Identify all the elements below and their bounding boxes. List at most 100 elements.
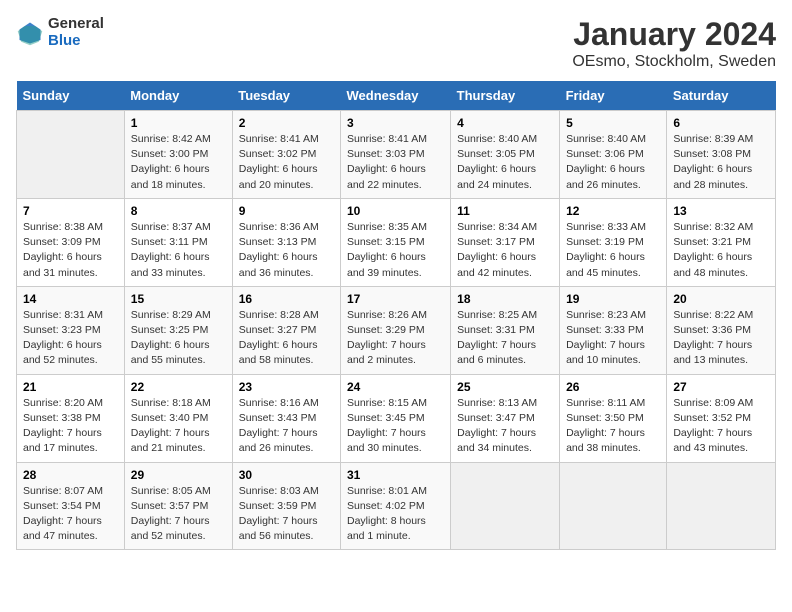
- day-header-sunday: Sunday: [17, 81, 125, 111]
- day-detail: Sunrise: 8:39 AM Sunset: 3:08 PM Dayligh…: [673, 132, 769, 193]
- header: General Blue January 2024 OEsmo, Stockho…: [16, 16, 776, 71]
- day-detail: Sunrise: 8:22 AM Sunset: 3:36 PM Dayligh…: [673, 308, 769, 369]
- calendar-cell: 23 Sunrise: 8:16 AM Sunset: 3:43 PM Dayli…: [232, 374, 340, 462]
- calendar-cell: 22 Sunrise: 8:18 AM Sunset: 3:40 PM Dayli…: [124, 374, 232, 462]
- day-detail: Sunrise: 8:37 AM Sunset: 3:11 PM Dayligh…: [131, 220, 226, 281]
- day-header-saturday: Saturday: [667, 81, 776, 111]
- logo-icon: [16, 19, 44, 47]
- day-number: 5: [566, 116, 660, 130]
- calendar-cell: [560, 462, 667, 550]
- calendar-cell: 7 Sunrise: 8:38 AM Sunset: 3:09 PM Daylig…: [17, 198, 125, 286]
- day-number: 8: [131, 204, 226, 218]
- logo-blue: Blue: [48, 33, 104, 50]
- day-detail: Sunrise: 8:16 AM Sunset: 3:43 PM Dayligh…: [239, 396, 334, 457]
- calendar-cell: 19 Sunrise: 8:23 AM Sunset: 3:33 PM Dayli…: [560, 286, 667, 374]
- day-header-thursday: Thursday: [451, 81, 560, 111]
- day-detail: Sunrise: 8:11 AM Sunset: 3:50 PM Dayligh…: [566, 396, 660, 457]
- day-number: 11: [457, 204, 553, 218]
- week-row-3: 14 Sunrise: 8:31 AM Sunset: 3:23 PM Dayli…: [17, 286, 776, 374]
- day-number: 12: [566, 204, 660, 218]
- day-number: 1: [131, 116, 226, 130]
- calendar-cell: 9 Sunrise: 8:36 AM Sunset: 3:13 PM Daylig…: [232, 198, 340, 286]
- calendar-cell: 29 Sunrise: 8:05 AM Sunset: 3:57 PM Dayli…: [124, 462, 232, 550]
- day-detail: Sunrise: 8:15 AM Sunset: 3:45 PM Dayligh…: [347, 396, 444, 457]
- day-number: 29: [131, 468, 226, 482]
- day-detail: Sunrise: 8:05 AM Sunset: 3:57 PM Dayligh…: [131, 484, 226, 545]
- day-number: 28: [23, 468, 118, 482]
- day-number: 23: [239, 380, 334, 394]
- calendar-cell: 21Sunrise: 8:20 AM Sunset: 3:38 PM Dayli…: [17, 374, 125, 462]
- week-row-4: 21Sunrise: 8:20 AM Sunset: 3:38 PM Dayli…: [17, 374, 776, 462]
- day-detail: Sunrise: 8:01 AM Sunset: 4:02 PM Dayligh…: [347, 484, 444, 545]
- day-number: 16: [239, 292, 334, 306]
- calendar-cell: 20 Sunrise: 8:22 AM Sunset: 3:36 PM Dayli…: [667, 286, 776, 374]
- day-detail: Sunrise: 8:07 AM Sunset: 3:54 PM Dayligh…: [23, 484, 118, 545]
- calendar-cell: [451, 462, 560, 550]
- calendar-table: SundayMondayTuesdayWednesdayThursdayFrid…: [16, 81, 776, 550]
- day-number: 30: [239, 468, 334, 482]
- day-number: 18: [457, 292, 553, 306]
- logo-text: General Blue: [48, 16, 104, 49]
- calendar-cell: 11Sunrise: 8:34 AM Sunset: 3:17 PM Dayli…: [451, 198, 560, 286]
- logo: General Blue: [16, 16, 104, 49]
- day-detail: Sunrise: 8:40 AM Sunset: 3:06 PM Dayligh…: [566, 132, 660, 193]
- day-number: 7: [23, 204, 118, 218]
- day-detail: Sunrise: 8:32 AM Sunset: 3:21 PM Dayligh…: [673, 220, 769, 281]
- day-detail: Sunrise: 8:09 AM Sunset: 3:52 PM Dayligh…: [673, 396, 769, 457]
- day-detail: Sunrise: 8:38 AM Sunset: 3:09 PM Dayligh…: [23, 220, 118, 281]
- day-number: 9: [239, 204, 334, 218]
- week-row-1: 1Sunrise: 8:42 AM Sunset: 3:00 PM Daylig…: [17, 111, 776, 199]
- calendar-cell: 31 Sunrise: 8:01 AM Sunset: 4:02 PM Dayli…: [340, 462, 450, 550]
- day-header-wednesday: Wednesday: [340, 81, 450, 111]
- calendar-cell: 4Sunrise: 8:40 AM Sunset: 3:05 PM Daylig…: [451, 111, 560, 199]
- day-number: 4: [457, 116, 553, 130]
- day-number: 15: [131, 292, 226, 306]
- calendar-cell: 10Sunrise: 8:35 AM Sunset: 3:15 PM Dayli…: [340, 198, 450, 286]
- calendar-cell: 30 Sunrise: 8:03 AM Sunset: 3:59 PM Dayli…: [232, 462, 340, 550]
- day-number: 2: [239, 116, 334, 130]
- day-detail: Sunrise: 8:33 AM Sunset: 3:19 PM Dayligh…: [566, 220, 660, 281]
- subtitle: OEsmo, Stockholm, Sweden: [572, 53, 776, 71]
- day-detail: Sunrise: 8:03 AM Sunset: 3:59 PM Dayligh…: [239, 484, 334, 545]
- day-number: 25: [457, 380, 553, 394]
- calendar-header-row: SundayMondayTuesdayWednesdayThursdayFrid…: [17, 81, 776, 111]
- calendar-cell: [17, 111, 125, 199]
- calendar-cell: 27 Sunrise: 8:09 AM Sunset: 3:52 PM Dayli…: [667, 374, 776, 462]
- day-number: 6: [673, 116, 769, 130]
- day-detail: Sunrise: 8:28 AM Sunset: 3:27 PM Dayligh…: [239, 308, 334, 369]
- calendar-cell: 17Sunrise: 8:26 AM Sunset: 3:29 PM Dayli…: [340, 286, 450, 374]
- calendar-cell: 6 Sunrise: 8:39 AM Sunset: 3:08 PM Daylig…: [667, 111, 776, 199]
- day-number: 31: [347, 468, 444, 482]
- calendar-cell: 5 Sunrise: 8:40 AM Sunset: 3:06 PM Daylig…: [560, 111, 667, 199]
- day-number: 17: [347, 292, 444, 306]
- calendar-cell: 16 Sunrise: 8:28 AM Sunset: 3:27 PM Dayli…: [232, 286, 340, 374]
- day-number: 21: [23, 380, 118, 394]
- day-detail: Sunrise: 8:41 AM Sunset: 3:03 PM Dayligh…: [347, 132, 444, 193]
- day-number: 27: [673, 380, 769, 394]
- day-number: 26: [566, 380, 660, 394]
- calendar-cell: 12 Sunrise: 8:33 AM Sunset: 3:19 PM Dayli…: [560, 198, 667, 286]
- title-block: January 2024 OEsmo, Stockholm, Sweden: [572, 16, 776, 71]
- day-number: 10: [347, 204, 444, 218]
- calendar-cell: 2Sunrise: 8:41 AM Sunset: 3:02 PM Daylig…: [232, 111, 340, 199]
- day-detail: Sunrise: 8:23 AM Sunset: 3:33 PM Dayligh…: [566, 308, 660, 369]
- day-detail: Sunrise: 8:31 AM Sunset: 3:23 PM Dayligh…: [23, 308, 118, 369]
- day-number: 14: [23, 292, 118, 306]
- day-detail: Sunrise: 8:18 AM Sunset: 3:40 PM Dayligh…: [131, 396, 226, 457]
- day-header-friday: Friday: [560, 81, 667, 111]
- calendar-cell: 25Sunrise: 8:13 AM Sunset: 3:47 PM Dayli…: [451, 374, 560, 462]
- day-number: 24: [347, 380, 444, 394]
- day-detail: Sunrise: 8:36 AM Sunset: 3:13 PM Dayligh…: [239, 220, 334, 281]
- week-row-5: 28 Sunrise: 8:07 AM Sunset: 3:54 PM Dayli…: [17, 462, 776, 550]
- calendar-cell: 26 Sunrise: 8:11 AM Sunset: 3:50 PM Dayli…: [560, 374, 667, 462]
- week-row-2: 7 Sunrise: 8:38 AM Sunset: 3:09 PM Daylig…: [17, 198, 776, 286]
- day-number: 19: [566, 292, 660, 306]
- day-header-monday: Monday: [124, 81, 232, 111]
- day-detail: Sunrise: 8:29 AM Sunset: 3:25 PM Dayligh…: [131, 308, 226, 369]
- day-number: 22: [131, 380, 226, 394]
- calendar-cell: 14 Sunrise: 8:31 AM Sunset: 3:23 PM Dayli…: [17, 286, 125, 374]
- day-number: 20: [673, 292, 769, 306]
- main-title: January 2024: [572, 16, 776, 53]
- calendar-cell: 24 Sunrise: 8:15 AM Sunset: 3:45 PM Dayli…: [340, 374, 450, 462]
- calendar-cell: 18Sunrise: 8:25 AM Sunset: 3:31 PM Dayli…: [451, 286, 560, 374]
